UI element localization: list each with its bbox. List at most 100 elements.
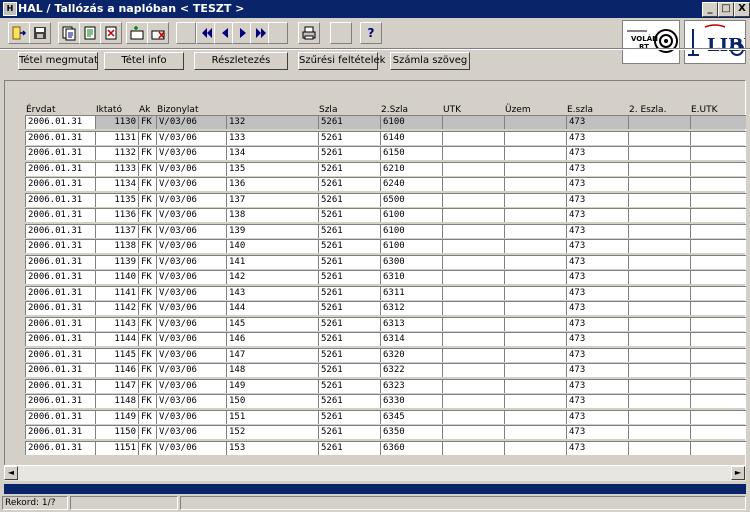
table-cell[interactable]: 2006.01.31: [25, 410, 95, 424]
table-cell[interactable]: [690, 317, 746, 331]
table-cell[interactable]: FK: [138, 410, 156, 424]
column-header[interactable]: Iktató: [96, 105, 122, 115]
table-cell[interactable]: 473: [566, 255, 628, 269]
column-header[interactable]: E.szla: [567, 105, 593, 115]
table-cell[interactable]: [690, 239, 746, 253]
table-cell[interactable]: [690, 146, 746, 160]
table-cell[interactable]: 1144: [95, 332, 138, 346]
blank-toolbar-button[interactable]: [330, 22, 352, 44]
table-cell[interactable]: [690, 208, 746, 222]
table-cell[interactable]: [628, 255, 690, 269]
table-cell[interactable]: 1141: [95, 286, 138, 300]
table-cell[interactable]: [442, 425, 504, 439]
table-cell[interactable]: [504, 410, 566, 424]
blank-toolbar-button[interactable]: [176, 22, 196, 44]
table-cell[interactable]: [504, 177, 566, 191]
table-cell[interactable]: [628, 162, 690, 176]
table-cell[interactable]: [442, 239, 504, 253]
table-cell[interactable]: 6150: [380, 146, 442, 160]
table-cell[interactable]: 5261: [318, 425, 380, 439]
table-cell[interactable]: 1142: [95, 301, 138, 315]
table-cell[interactable]: 1133: [95, 162, 138, 176]
table-cell[interactable]: FK: [138, 177, 156, 191]
table-cell[interactable]: 473: [566, 363, 628, 377]
table-cell[interactable]: [690, 441, 746, 455]
table-cell[interactable]: 5261: [318, 193, 380, 207]
table-cell[interactable]: V/03/06: [156, 425, 226, 439]
table-cell[interactable]: [504, 286, 566, 300]
table-cell[interactable]: [504, 441, 566, 455]
table-cell[interactable]: 473: [566, 115, 628, 129]
table-cell[interactable]: [504, 301, 566, 315]
table-cell[interactable]: 473: [566, 270, 628, 284]
table-cell[interactable]: 150: [226, 394, 318, 408]
table-cell[interactable]: [504, 208, 566, 222]
table-cell[interactable]: 473: [566, 224, 628, 238]
table-cell[interactable]: 2006.01.31: [25, 317, 95, 331]
table-cell[interactable]: 5261: [318, 332, 380, 346]
table-cell[interactable]: 6350: [380, 425, 442, 439]
table-cell[interactable]: 2006.01.31: [25, 224, 95, 238]
table-cell[interactable]: 473: [566, 425, 628, 439]
close-button[interactable]: X: [734, 2, 750, 17]
table-cell[interactable]: 473: [566, 379, 628, 393]
table-cell[interactable]: [690, 255, 746, 269]
table-cell[interactable]: 132: [226, 115, 318, 129]
column-header[interactable]: Bizonylat: [157, 105, 198, 115]
table-cell[interactable]: [628, 224, 690, 238]
table-cell[interactable]: 6140: [380, 131, 442, 145]
table-cell[interactable]: [442, 131, 504, 145]
table-cell[interactable]: [504, 379, 566, 393]
table-cell[interactable]: [504, 224, 566, 238]
table-cell[interactable]: [628, 301, 690, 315]
table-cell[interactable]: 1145: [95, 348, 138, 362]
delete-row-icon[interactable]: [147, 22, 169, 44]
table-cell[interactable]: 6310: [380, 270, 442, 284]
table-cell[interactable]: [690, 286, 746, 300]
table-cell[interactable]: 142: [226, 270, 318, 284]
table-cell[interactable]: 5261: [318, 131, 380, 145]
table-cell[interactable]: [628, 286, 690, 300]
table-cell[interactable]: V/03/06: [156, 193, 226, 207]
table-cell[interactable]: FK: [138, 115, 156, 129]
table-cell[interactable]: [628, 239, 690, 253]
table-cell[interactable]: V/03/06: [156, 224, 226, 238]
column-header[interactable]: 2. Eszla.: [629, 105, 666, 115]
table-cell[interactable]: [442, 317, 504, 331]
table-cell[interactable]: 6323: [380, 379, 442, 393]
column-header[interactable]: Ak: [139, 105, 150, 115]
table-cell[interactable]: [504, 115, 566, 129]
table-cell[interactable]: FK: [138, 162, 156, 176]
table-cell[interactable]: FK: [138, 255, 156, 269]
table-cell[interactable]: V/03/06: [156, 363, 226, 377]
table-cell[interactable]: 2006.01.31: [25, 270, 95, 284]
table-cell[interactable]: 5261: [318, 410, 380, 424]
table-cell[interactable]: 6345: [380, 410, 442, 424]
table-cell[interactable]: [628, 363, 690, 377]
table-cell[interactable]: 6100: [380, 208, 442, 222]
table-cell[interactable]: [690, 348, 746, 362]
table-cell[interactable]: [504, 332, 566, 346]
table-cell[interactable]: V/03/06: [156, 270, 226, 284]
table-cell[interactable]: 148: [226, 363, 318, 377]
table-cell[interactable]: 1148: [95, 394, 138, 408]
table-cell[interactable]: [504, 131, 566, 145]
table-cell[interactable]: 5261: [318, 363, 380, 377]
table-cell[interactable]: [442, 410, 504, 424]
table-cell[interactable]: FK: [138, 131, 156, 145]
table-cell[interactable]: V/03/06: [156, 177, 226, 191]
table-cell[interactable]: [690, 193, 746, 207]
table-cell[interactable]: FK: [138, 363, 156, 377]
table-cell[interactable]: 1151: [95, 441, 138, 455]
table-cell[interactable]: 1149: [95, 410, 138, 424]
table-cell[interactable]: 1131: [95, 131, 138, 145]
table-cell[interactable]: 5261: [318, 286, 380, 300]
table-cell[interactable]: 141: [226, 255, 318, 269]
table-cell[interactable]: 1135: [95, 193, 138, 207]
table-cell[interactable]: 5261: [318, 270, 380, 284]
table-cell[interactable]: 144: [226, 301, 318, 315]
table-cell[interactable]: 6330: [380, 394, 442, 408]
column-header[interactable]: E.UTK: [691, 105, 718, 115]
table-cell[interactable]: 138: [226, 208, 318, 222]
table-cell[interactable]: [504, 146, 566, 160]
